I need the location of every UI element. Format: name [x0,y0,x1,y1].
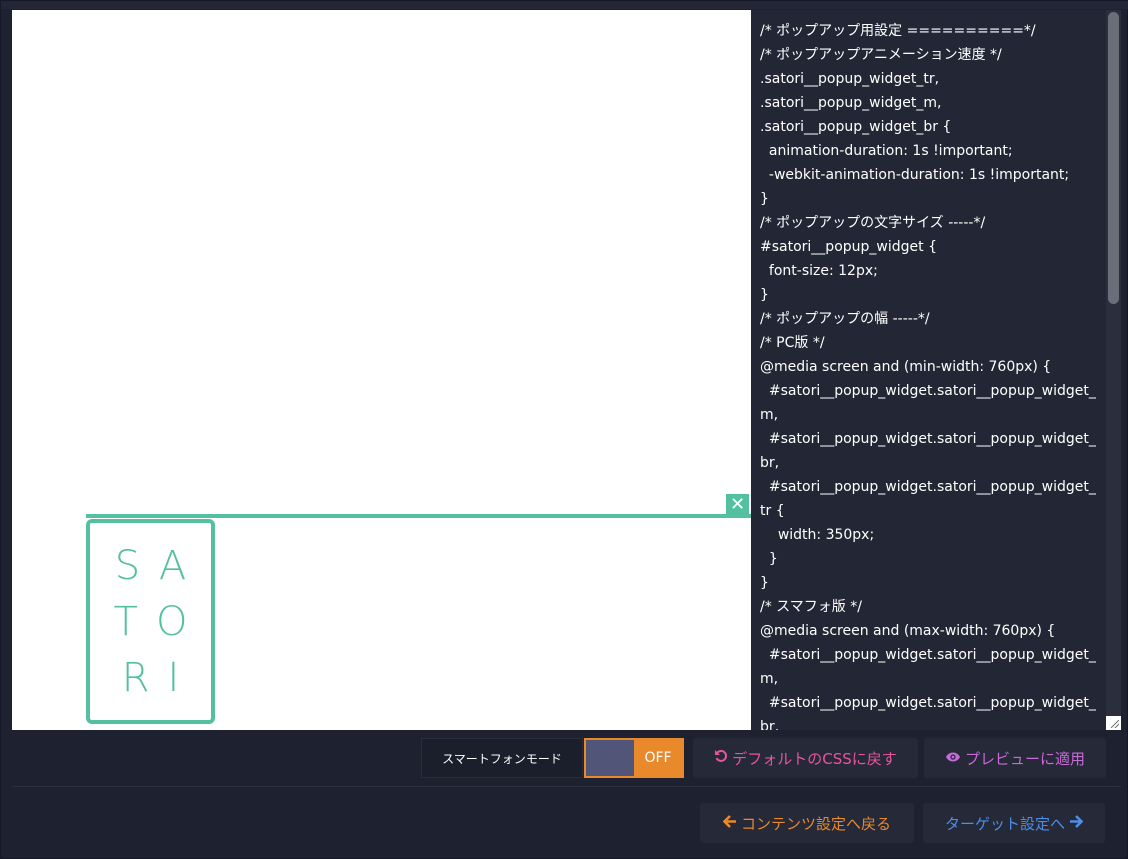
editor-scrollbar[interactable] [1106,10,1121,716]
reset-css-button[interactable]: デフォルトのCSSに戻す [693,738,918,778]
toggle-state-label: OFF [634,740,682,776]
toolbar-divider [12,786,1121,787]
next-label: ターゲット設定へ [944,814,1065,833]
smartphone-mode-toggle[interactable]: OFF [584,738,684,778]
logo-line-3: RI [121,654,198,701]
next-to-target-button[interactable]: ターゲット設定へ [923,803,1105,843]
popup-close-icon[interactable]: ✕ [726,494,749,516]
editor-scroll-thumb[interactable] [1108,12,1119,304]
popup-preview-area: ✕ SA TO RI [12,10,751,730]
top-border [1,1,1128,9]
css-editor[interactable]: /* ポップアップ用設定 ==========*/ /* ポップアップアニメーシ… [751,10,1119,730]
arrow-right-icon [1069,814,1084,832]
app-window: ✕ SA TO RI /* ポップアップ用設定 ==========*/ /* … [0,0,1128,859]
apply-preview-label: プレビューに適用 [964,749,1085,768]
css-code-text[interactable]: /* ポップアップ用設定 ==========*/ /* ポップアップアニメーシ… [760,19,1100,730]
smartphone-mode-label: スマートフォンモード [421,738,583,778]
back-to-content-button[interactable]: コンテンツ設定へ戻る [700,803,914,843]
satori-logo: SA TO RI [86,519,215,724]
arrow-left-icon [722,814,737,832]
logo-line-2: TO [113,598,206,645]
apply-preview-button[interactable]: プレビューに適用 [924,738,1106,778]
logo-line-1: SA [114,542,205,589]
undo-icon [714,749,728,767]
back-label: コンテンツ設定へ戻る [740,814,891,833]
popup-top-bar [86,514,751,518]
toggle-knob [586,740,634,776]
editor-resize-handle[interactable] [1106,716,1121,730]
eye-icon [945,749,961,767]
reset-css-label: デフォルトのCSSに戻す [732,749,897,768]
